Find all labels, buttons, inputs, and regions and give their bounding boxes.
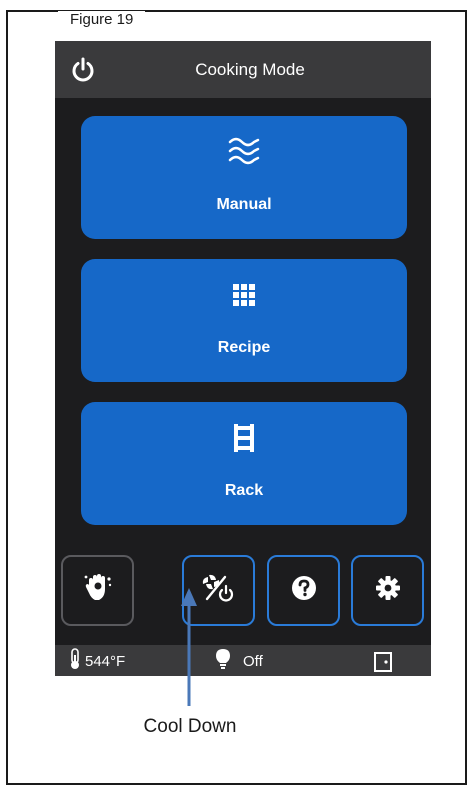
oven-temperature: 544°F <box>69 648 126 674</box>
recipe-mode-label: Recipe <box>217 339 271 356</box>
help-button[interactable] <box>267 555 340 626</box>
callout-label: Cool Down <box>143 716 237 737</box>
rack-mode-button[interactable]: Rack <box>81 402 407 525</box>
cool-down-fan-power-icon <box>201 571 237 610</box>
lightbulb-icon <box>215 648 231 674</box>
hand-cleaning-icon <box>81 571 115 610</box>
figure-caption: Figure 19 <box>58 11 146 29</box>
page-title: Cooking Mode <box>195 60 305 79</box>
manual-mode-label: Manual <box>216 196 272 213</box>
power-icon[interactable] <box>69 56 97 84</box>
grid-icon <box>81 277 407 313</box>
rack-icon <box>81 420 407 456</box>
temperature-value: 544°F <box>85 652 126 670</box>
light-status: Off <box>243 652 263 670</box>
cool-down-button[interactable] <box>182 555 255 626</box>
settings-button[interactable] <box>351 555 424 626</box>
thermometer-icon <box>69 648 81 674</box>
status-bar: 544°F Off <box>55 645 431 676</box>
oven-light-toggle[interactable]: Off <box>215 648 263 674</box>
settings-gear-icon <box>373 573 403 608</box>
door-icon <box>373 652 393 672</box>
heat-waves-icon <box>81 134 407 170</box>
recipe-mode-button[interactable]: Recipe <box>81 259 407 382</box>
header-bar: Cooking Mode <box>55 41 431 98</box>
help-icon <box>289 573 319 608</box>
manual-mode-button[interactable]: Manual <box>81 116 407 239</box>
control-screen: Cooking Mode Manual Recipe Rack 544°F Of… <box>55 41 431 676</box>
rack-mode-label: Rack <box>224 482 264 499</box>
cleaning-button[interactable] <box>61 555 134 626</box>
